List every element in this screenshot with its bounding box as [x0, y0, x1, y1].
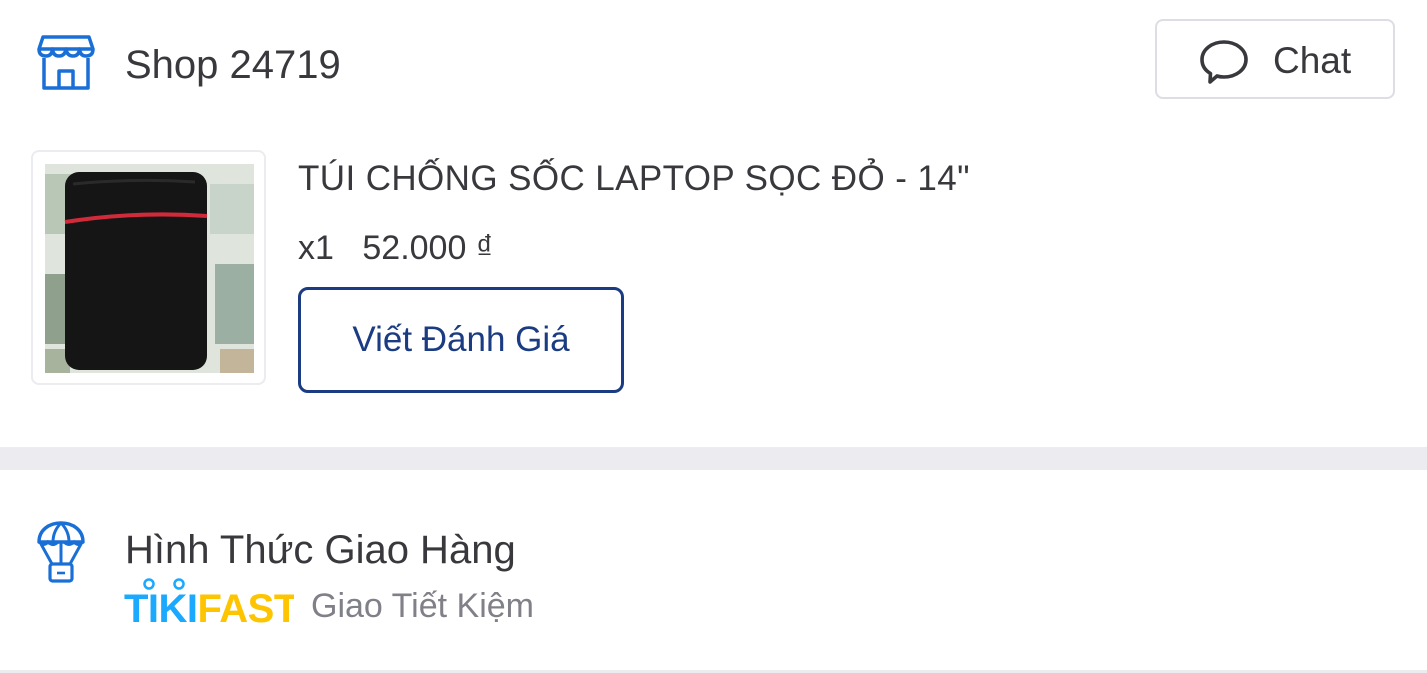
- chat-bubble-icon: [1200, 40, 1248, 84]
- shipping-method-title: Hình Thức Giao Hàng: [125, 528, 516, 572]
- product-name[interactable]: TÚI CHỐNG SỐC LAPTOP SỌC ĐỎ - 14": [298, 159, 970, 199]
- tikifast-logo: TIKIFAST: [124, 578, 294, 626]
- product-thumbnail[interactable]: [31, 150, 266, 385]
- section-divider: [0, 447, 1427, 470]
- product-price: 52.000 ₫: [362, 229, 494, 267]
- quantity-price: x1 52.000 ₫: [298, 228, 493, 268]
- parachute-icon: [37, 521, 85, 583]
- chat-button[interactable]: Chat: [1155, 19, 1395, 99]
- order-detail-page: Shop 24719 Chat TÚI CHỐNG SỐC LAPTOP SỌC…: [0, 0, 1427, 673]
- write-review-button[interactable]: Viết Đánh Giá: [298, 287, 624, 393]
- svg-text:TIKIFAST: TIKIFAST: [124, 587, 294, 626]
- chat-label: Chat: [1273, 40, 1352, 81]
- shipping-method-name: Giao Tiết Kiệm: [311, 587, 534, 625]
- product-quantity: x1: [298, 229, 334, 267]
- shop-header: Shop 24719 Chat: [0, 0, 1427, 130]
- store-icon: [37, 35, 95, 90]
- laptop-sleeve-image: [45, 164, 254, 373]
- shop-name[interactable]: Shop 24719: [125, 42, 341, 88]
